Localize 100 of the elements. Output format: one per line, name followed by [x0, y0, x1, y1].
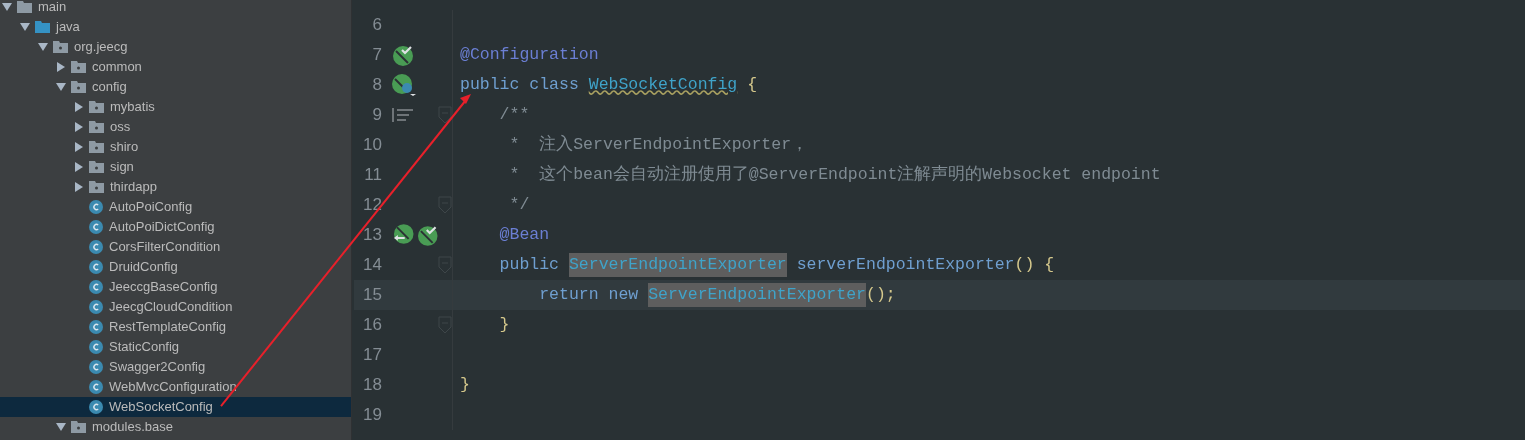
- line-number: 16: [362, 314, 383, 337]
- class-icon: [89, 300, 103, 314]
- code-token: }: [460, 373, 470, 396]
- tree-item-label: shiro: [110, 138, 139, 157]
- fold-marker-icon[interactable]: [438, 106, 452, 124]
- tree-item[interactable]: oss: [0, 117, 351, 137]
- code-comment: * 注入ServerEndpointExporter，: [508, 133, 809, 156]
- code-token: (): [1014, 253, 1035, 276]
- tree-item[interactable]: config: [0, 77, 351, 97]
- bean-class-icon[interactable]: [392, 74, 416, 96]
- tree-item[interactable]: thirdapp: [0, 177, 351, 197]
- line-number: 19: [362, 404, 383, 427]
- tree-item-label: common: [92, 58, 142, 77]
- tree-item[interactable]: AutoPoiConfig: [0, 197, 351, 217]
- line-number: 6: [371, 14, 383, 37]
- bean-check-icon[interactable]: [392, 44, 414, 66]
- expanded-arrow-icon[interactable]: [20, 23, 30, 31]
- expanded-arrow-icon[interactable]: [2, 3, 12, 11]
- tree-item[interactable]: main: [0, 0, 351, 17]
- code-comment: /**: [498, 103, 530, 126]
- code-token: {: [746, 73, 758, 96]
- tree-item[interactable]: AutoPoiDictConfig: [0, 217, 351, 237]
- line-number: 13: [362, 224, 383, 247]
- tree-item[interactable]: Swagger2Config: [0, 357, 351, 377]
- collapsed-arrow-icon[interactable]: [57, 62, 65, 72]
- code-token: return new: [538, 283, 640, 306]
- tree-item[interactable]: WebMvcConfiguration: [0, 377, 351, 397]
- expanded-arrow-icon[interactable]: [56, 423, 66, 431]
- expanded-arrow-icon[interactable]: [38, 43, 48, 51]
- bean-check-icon[interactable]: [416, 224, 438, 246]
- class-icon: [89, 360, 103, 374]
- folder-icon: [89, 101, 104, 113]
- line-number: 11: [363, 164, 383, 187]
- code-token: ServerEndpointExporter: [648, 282, 866, 308]
- doc-render-icon[interactable]: [392, 108, 414, 122]
- bean-link-icon[interactable]: [392, 224, 414, 246]
- tree-item-label: org.jeecg: [74, 38, 128, 57]
- folder-icon: [71, 61, 86, 73]
- tree-item-label: modules.base: [92, 418, 173, 437]
- code-token: {: [1043, 253, 1055, 276]
- tree-item-label: RestTemplateConfig: [109, 318, 227, 337]
- tree-item[interactable]: sign: [0, 157, 351, 177]
- tree-item[interactable]: org.jeecg: [0, 37, 351, 57]
- tree-item-label: oss: [110, 118, 131, 137]
- folder-icon: [71, 421, 86, 433]
- line-number: 10: [362, 134, 383, 157]
- tree-item[interactable]: JeeccgBaseConfig: [0, 277, 351, 297]
- line-number: 7: [371, 44, 383, 67]
- tree-item-label: sign: [110, 158, 134, 177]
- code-token: @Configuration: [460, 43, 599, 66]
- tree-item[interactable]: WebSocketConfig: [0, 397, 351, 417]
- code-token: serverEndpointExporter: [795, 253, 1015, 276]
- code-token: ServerEndpointExporter: [568, 252, 787, 278]
- class-icon: [89, 340, 103, 354]
- tree-item[interactable]: StaticConfig: [0, 337, 351, 357]
- code-token: ();: [866, 283, 896, 306]
- code-token: @Bean: [498, 223, 550, 246]
- code-token: public: [498, 253, 561, 276]
- folder-icon: [89, 121, 104, 133]
- tree-item-label: StaticConfig: [109, 338, 180, 357]
- class-icon: [89, 200, 103, 214]
- tree-item-label: java: [56, 18, 80, 37]
- tree-item-label: Swagger2Config: [109, 358, 206, 377]
- tree-item-label: JeeccgBaseConfig: [109, 278, 218, 297]
- line-number: 14: [362, 254, 383, 277]
- tree-item-label: main: [38, 0, 67, 17]
- tree-item[interactable]: common: [0, 57, 351, 77]
- tree-item[interactable]: CorsFilterCondition: [0, 237, 351, 257]
- line-number: 12: [362, 194, 383, 217]
- folder-icon: [53, 41, 68, 53]
- tree-item[interactable]: modules.base: [0, 417, 351, 437]
- tree-item-label: WebMvcConfiguration: [109, 378, 237, 397]
- tree-item[interactable]: shiro: [0, 137, 351, 157]
- tree-item-label: WebSocketConfig: [109, 398, 213, 417]
- tree-item-label: JeecgCloudCondition: [109, 298, 233, 317]
- folder-icon: [35, 21, 50, 33]
- class-icon: [89, 400, 103, 414]
- tree-item-label: CorsFilterCondition: [109, 238, 221, 257]
- line-number: 18: [362, 374, 383, 397]
- tree-item[interactable]: java: [0, 17, 351, 37]
- line-number: 9: [371, 104, 383, 127]
- tree-item[interactable]: mybatis: [0, 97, 351, 117]
- folder-icon: [89, 161, 104, 173]
- code-token: WebSocketConfig: [588, 73, 738, 96]
- tree-item-label: AutoPoiDictConfig: [109, 218, 215, 237]
- class-icon: [89, 320, 103, 334]
- class-icon: [89, 220, 103, 234]
- tree-item[interactable]: DruidConfig: [0, 257, 351, 277]
- tree-item[interactable]: JeecgCloudCondition: [0, 297, 351, 317]
- line-number: 8: [371, 74, 383, 97]
- class-icon: [89, 380, 103, 394]
- class-icon: [89, 240, 103, 254]
- tree-item-label: mybatis: [110, 98, 155, 117]
- expanded-arrow-icon[interactable]: [56, 83, 66, 91]
- folder-icon: [71, 81, 86, 93]
- tree-item-label: thirdapp: [110, 178, 157, 197]
- folder-icon: [17, 1, 32, 13]
- line-number: 15: [362, 284, 383, 307]
- tree-item[interactable]: RestTemplateConfig: [0, 317, 351, 337]
- tree-item-label: AutoPoiConfig: [109, 198, 193, 217]
